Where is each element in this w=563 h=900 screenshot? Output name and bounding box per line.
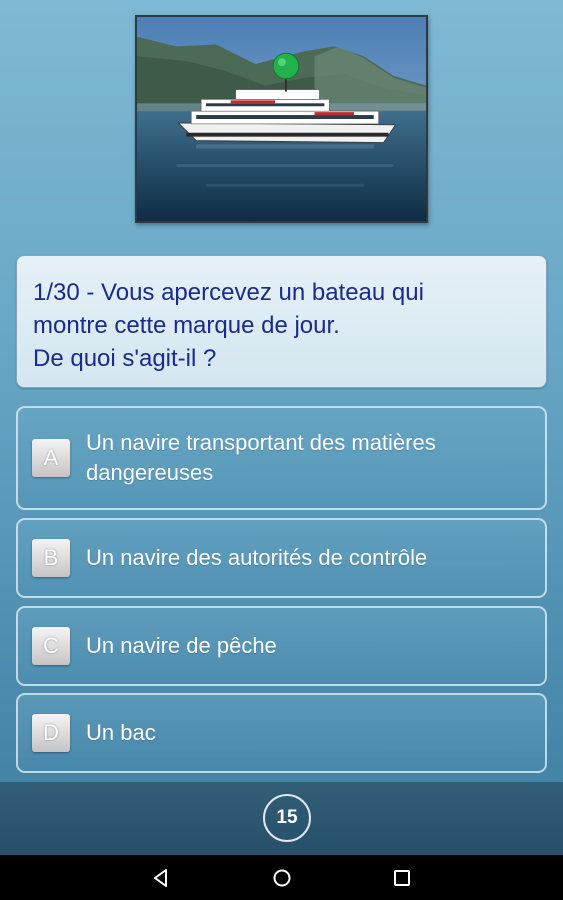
answer-text: Un navire des autorités de contrôle <box>86 545 428 570</box>
answer-letter-badge: D <box>32 714 70 752</box>
answer-letter-badge: B <box>32 539 70 577</box>
answer-c-button[interactable]: C Un navire de pêche <box>16 606 547 686</box>
answer-letter-badge: A <box>32 439 70 477</box>
back-triangle-icon[interactable] <box>150 867 172 889</box>
bottom-bar: 15 <box>0 782 563 855</box>
question-text: 1/30 - Vous apercevez un bateau qui mont… <box>33 279 424 372</box>
answer-text: Un navire de pêche <box>86 633 277 658</box>
answer-text: Un navire transportant des matières dang… <box>86 430 436 485</box>
question-illustration <box>135 15 428 223</box>
answer-letter-badge: C <box>32 627 70 665</box>
answer-a-button[interactable]: A Un navire transportant des matières da… <box>16 406 547 510</box>
home-circle-icon[interactable] <box>271 867 293 889</box>
answer-d-button[interactable]: D Un bac <box>16 693 547 773</box>
boat-illustration <box>137 17 426 221</box>
answer-b-button[interactable]: B Un navire des autorités de contrôle <box>16 518 547 598</box>
question-box: 1/30 - Vous apercevez un bateau qui mont… <box>16 255 547 388</box>
countdown-timer: 15 <box>263 794 311 842</box>
recent-square-icon[interactable] <box>391 867 413 889</box>
system-navigation-bar <box>0 855 563 900</box>
answer-text: Un bac <box>86 720 156 745</box>
